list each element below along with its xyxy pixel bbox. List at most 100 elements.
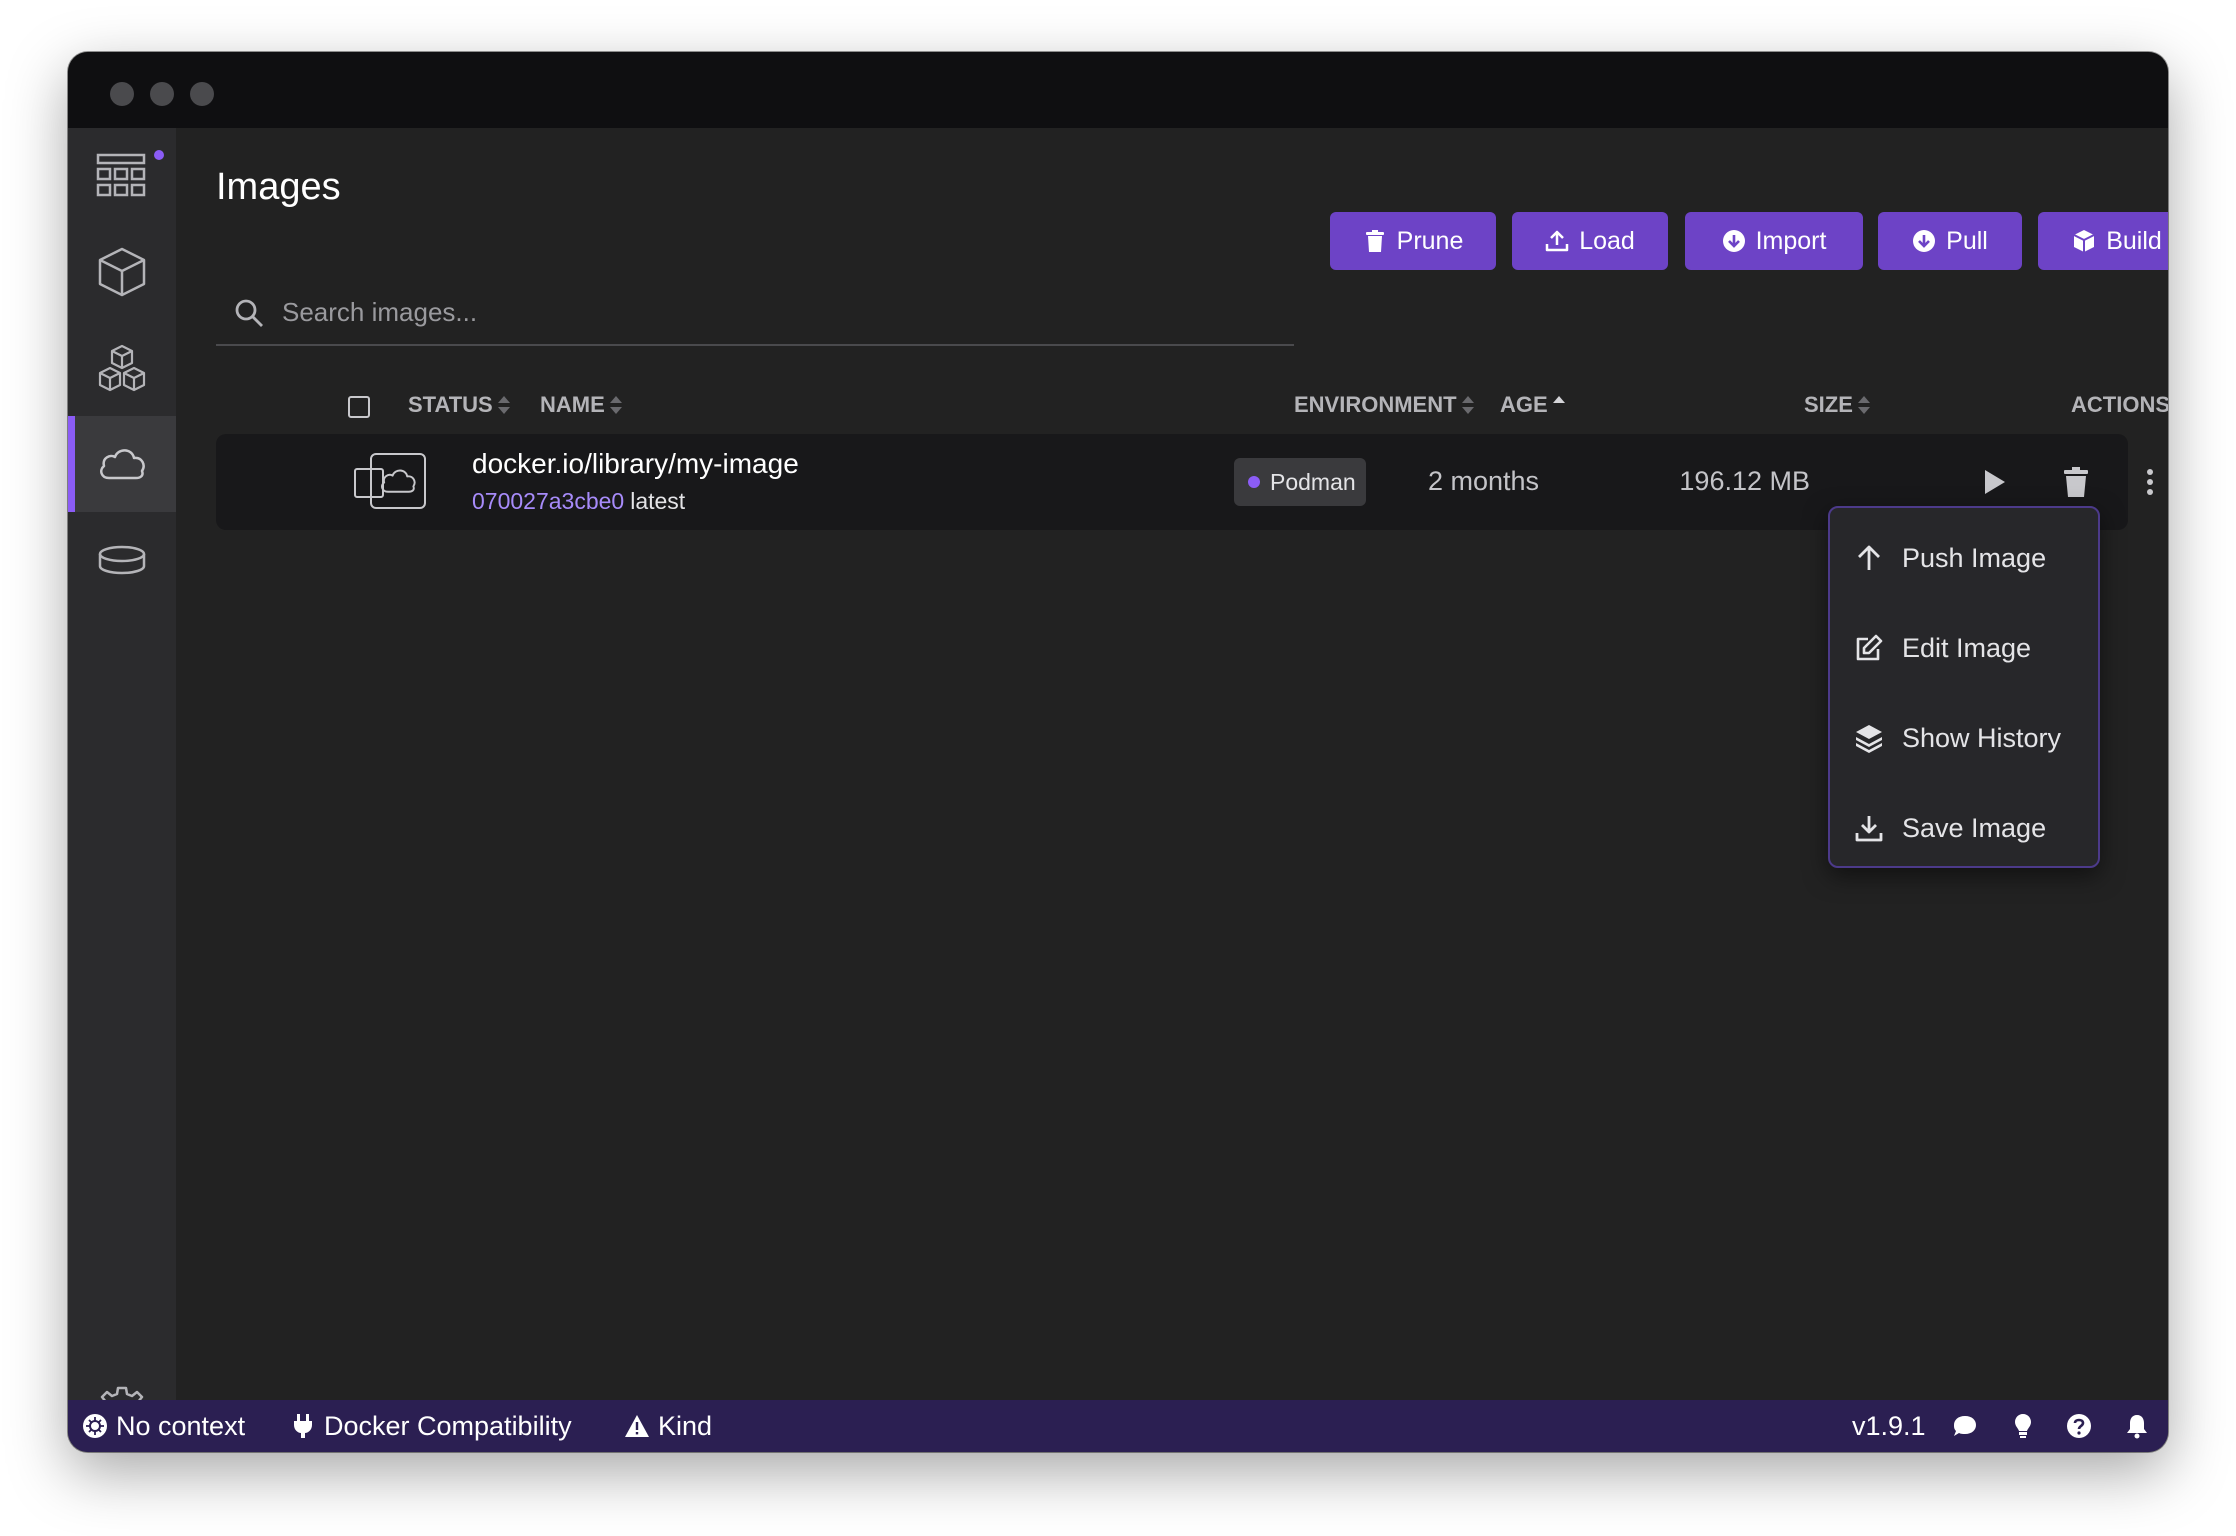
cubes-icon xyxy=(98,344,146,392)
edit-icon xyxy=(1856,634,1883,661)
environment-label: Podman xyxy=(1270,468,1356,495)
column-header-status[interactable]: STATUS xyxy=(408,392,511,418)
image-tag: latest xyxy=(630,488,686,514)
delete-image-button[interactable] xyxy=(2054,460,2098,504)
sort-icon xyxy=(497,395,511,415)
size-header-label: SIZE xyxy=(1804,392,1853,417)
sidebar-item-volumes[interactable] xyxy=(68,512,176,608)
select-all-checkbox[interactable] xyxy=(348,396,370,418)
menu-item-label: Show History xyxy=(1902,722,2062,753)
column-header-actions: ACTIONS xyxy=(2071,392,2168,418)
dashboard-icon xyxy=(96,153,146,197)
kind-status[interactable]: Kind xyxy=(624,1400,712,1452)
notification-dot xyxy=(154,150,164,160)
column-header-environment[interactable]: ENVIRONMENT xyxy=(1294,392,1475,418)
status-bar: No context Docker Compatibility Kind v1.… xyxy=(68,1400,2168,1452)
app-window: Images Prune Load Import Pull Build Sear… xyxy=(68,52,2168,1452)
name-header-label: NAME xyxy=(540,392,605,417)
notifications-button[interactable] xyxy=(2124,1400,2150,1452)
image-context-menu: Push Image Edit Image Show History Save … xyxy=(1828,506,2100,868)
menu-item-edit-image[interactable]: Edit Image xyxy=(1830,612,2098,684)
sidebar-item-pods[interactable] xyxy=(68,320,176,416)
cloud-icon xyxy=(381,469,416,493)
trash-icon xyxy=(1365,230,1384,252)
window-maximize-button[interactable] xyxy=(190,82,214,106)
plug-icon xyxy=(294,1414,312,1438)
help-button[interactable] xyxy=(2066,1400,2092,1452)
sort-icon xyxy=(1461,395,1475,415)
box-icon xyxy=(2073,230,2095,252)
kebab-menu-button[interactable] xyxy=(2128,460,2168,504)
title-bar xyxy=(68,52,2168,128)
column-header-age[interactable]: AGE xyxy=(1500,392,1566,418)
import-label: Import xyxy=(1755,226,1827,255)
build-label: Build xyxy=(2106,226,2162,255)
environment-badge: Podman xyxy=(1234,458,1366,506)
menu-item-label: Edit Image xyxy=(1902,632,2032,663)
image-name[interactable]: docker.io/library/my-image xyxy=(472,448,799,480)
main-content: Images Prune Load Import Pull Build Sear… xyxy=(176,128,2168,1400)
pull-button[interactable]: Pull xyxy=(1878,212,2022,270)
lightbulb-icon xyxy=(2015,1414,2031,1438)
circle-down-icon xyxy=(1722,230,1745,252)
menu-item-show-history[interactable]: Show History xyxy=(1830,702,2098,774)
image-status-icon xyxy=(370,453,426,509)
feedback-button[interactable] xyxy=(1952,1400,1978,1452)
menu-item-label: Push Image xyxy=(1902,542,2047,573)
prune-label: Prune xyxy=(1396,226,1464,255)
docker-compat-status[interactable]: Docker Compatibility xyxy=(290,1400,572,1452)
context-status[interactable]: No context xyxy=(82,1400,245,1452)
trash-icon xyxy=(2064,467,2088,497)
bell-icon xyxy=(2127,1415,2147,1439)
help-icon xyxy=(2067,1414,2091,1438)
arrow-up-icon xyxy=(1858,545,1880,570)
search-bar xyxy=(216,278,1294,346)
version-label[interactable]: v1.9.1 xyxy=(1852,1400,1926,1452)
import-button[interactable]: Import xyxy=(1685,212,1863,270)
column-header-name[interactable]: NAME xyxy=(540,392,623,418)
context-label: No context xyxy=(116,1410,246,1441)
sidebar xyxy=(68,128,176,1436)
cloud-icon xyxy=(100,449,145,480)
menu-item-save-image[interactable]: Save Image xyxy=(1830,792,2098,864)
kebab-icon xyxy=(2147,469,2153,495)
build-button[interactable]: Build xyxy=(2038,212,2168,270)
warning-icon xyxy=(625,1415,649,1437)
menu-item-push-image[interactable]: Push Image xyxy=(1830,522,2098,594)
environment-header-label: ENVIRONMENT xyxy=(1294,392,1457,417)
load-label: Load xyxy=(1579,226,1635,255)
tips-button[interactable] xyxy=(2010,1400,2036,1452)
menu-item-label: Save Image xyxy=(1902,812,2047,843)
sidebar-item-containers[interactable] xyxy=(68,224,176,320)
compat-label: Docker Compatibility xyxy=(324,1410,572,1441)
image-id[interactable]: 070027a3cbe0 xyxy=(472,488,624,514)
pull-label: Pull xyxy=(1946,226,1988,255)
layers-icon xyxy=(1856,725,1882,753)
download-icon xyxy=(1855,816,1883,842)
load-button[interactable]: Load xyxy=(1512,212,1668,270)
image-age: 2 months xyxy=(1428,466,1540,496)
sidebar-item-images[interactable] xyxy=(68,416,176,512)
page-title: Images xyxy=(216,166,341,208)
sort-ascending-icon xyxy=(1552,395,1566,415)
image-size: 196.12 MB xyxy=(1679,466,1810,496)
play-icon xyxy=(1985,470,2005,494)
upload-icon xyxy=(1545,230,1569,252)
run-image-button[interactable] xyxy=(1972,460,2016,504)
kind-label: Kind xyxy=(658,1410,713,1441)
search-input[interactable] xyxy=(280,288,1264,336)
sort-icon xyxy=(1857,395,1871,415)
cube-icon xyxy=(98,247,146,297)
image-meta: 070027a3cbe0 latest xyxy=(472,488,685,515)
window-minimize-button[interactable] xyxy=(150,82,174,106)
circle-down-icon xyxy=(1913,230,1936,252)
age-header-label: AGE xyxy=(1500,392,1548,417)
chat-bubble-icon xyxy=(1954,1416,1976,1436)
prune-button[interactable]: Prune xyxy=(1330,212,1496,270)
column-header-size[interactable]: SIZE xyxy=(1804,392,1871,418)
actions-header-label: ACTIONS xyxy=(2071,392,2168,417)
sidebar-item-dashboard[interactable] xyxy=(68,128,176,224)
podman-dot-icon xyxy=(1248,476,1260,488)
window-close-button[interactable] xyxy=(110,82,134,106)
kubernetes-icon xyxy=(83,1414,107,1438)
